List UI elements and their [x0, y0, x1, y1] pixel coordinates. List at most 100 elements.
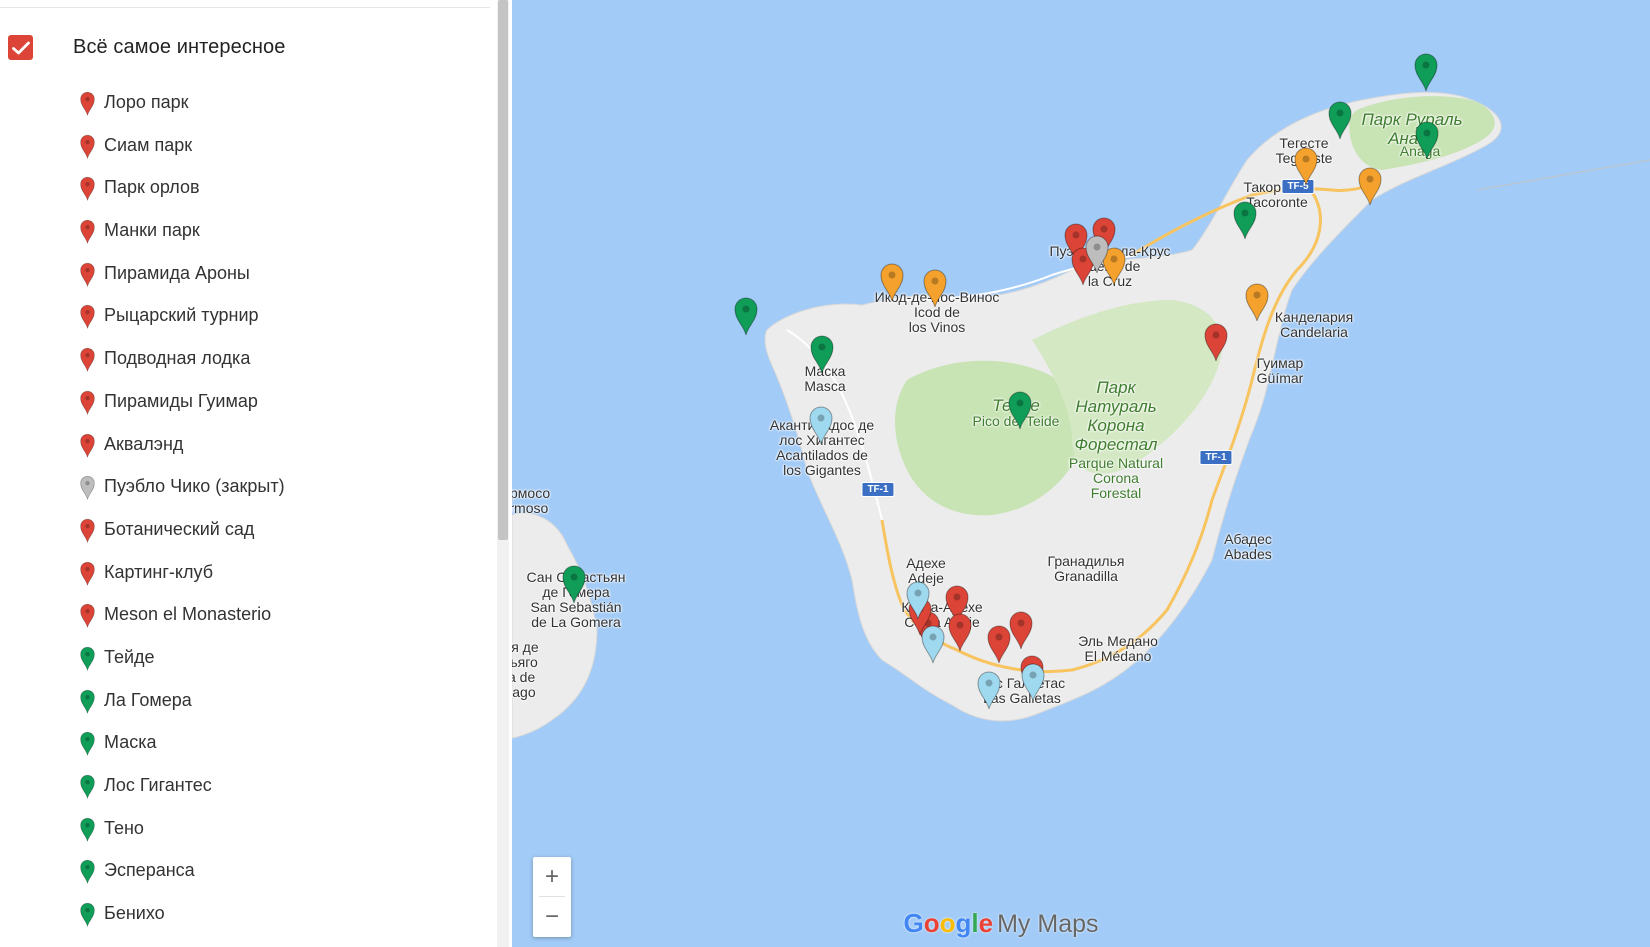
- place-list-item[interactable]: Пуэбло Чико (закрыт): [0, 470, 490, 513]
- place-label: Парк орлов: [104, 177, 200, 198]
- map-marker[interactable]: [1327, 100, 1353, 140]
- place-list-item[interactable]: Ботанический сад: [0, 513, 490, 556]
- place-list-item[interactable]: Тейде: [0, 641, 490, 684]
- marker-pin-icon: [1414, 53, 1438, 92]
- place-list-item[interactable]: Лос Гигантес: [0, 769, 490, 812]
- map-marker[interactable]: [1203, 322, 1229, 362]
- checkmark-icon: [11, 41, 30, 54]
- pin-shape-icon: [80, 646, 95, 671]
- layer-title: Всё самое интересное: [73, 36, 286, 58]
- map-marker[interactable]: [1084, 234, 1110, 274]
- place-list-item[interactable]: Манки парк: [0, 214, 490, 257]
- place-label: Рыцарский турнир: [104, 305, 259, 326]
- pin-shape-icon: [80, 262, 95, 287]
- place-list: Лоро парк Сиам парк Парк орлов Манки парк Пи…: [0, 86, 490, 940]
- google-letter: e: [978, 908, 994, 938]
- pin-shape-icon: [80, 860, 95, 884]
- map-marker[interactable]: [905, 580, 931, 620]
- map-pin-icon: [79, 646, 96, 671]
- marker-pin-icon: [977, 671, 1001, 710]
- google-letter: g: [955, 908, 972, 938]
- map-marker[interactable]: [1007, 390, 1033, 430]
- place-label: Пирамиды Гуимар: [104, 390, 258, 411]
- place-list-item[interactable]: Эсперанса: [0, 854, 490, 897]
- marker-pin-icon: [734, 297, 758, 336]
- place-list-item[interactable]: Meson el Monasterio: [0, 598, 490, 641]
- map-marker[interactable]: [920, 624, 946, 664]
- map-pin-icon: [79, 603, 96, 628]
- place-label: Лоро парк: [104, 92, 189, 112]
- map-pin-icon: [79, 433, 96, 458]
- place-list-item[interactable]: Картинг-клуб: [0, 556, 490, 599]
- place-label: Пирамида Ароны: [104, 262, 250, 283]
- pin-shape-icon: [80, 732, 95, 756]
- zoom-out-button[interactable]: −: [533, 897, 571, 936]
- place-list-item[interactable]: Пирамиды Гуимар: [0, 385, 490, 428]
- map-pin-icon: [79, 219, 96, 244]
- map-marker[interactable]: [809, 334, 835, 374]
- place-label: Ла Гомера: [104, 689, 192, 710]
- map-pin-icon: [79, 134, 96, 159]
- map-pin-icon: [79, 347, 96, 372]
- map-place-label: Гранадилья Granadilla: [1047, 553, 1125, 584]
- map-marker[interactable]: [879, 262, 905, 302]
- place-list-item[interactable]: Рыцарский турнир: [0, 299, 490, 342]
- place-list-item[interactable]: Бенихо: [0, 897, 490, 940]
- map-place-label: Канделария Candelaria: [1274, 309, 1354, 340]
- map-marker[interactable]: [1020, 662, 1046, 702]
- map-place-label: Гуимар Güímar: [1256, 355, 1304, 386]
- sidebar-scrollbar[interactable]: [497, 0, 509, 947]
- place-list-item[interactable]: Лоро парк: [0, 86, 490, 129]
- pin-shape-icon: [80, 604, 95, 628]
- map-marker[interactable]: [1008, 610, 1034, 650]
- pin-shape-icon: [80, 817, 95, 842]
- map-view[interactable]: Парк Рураль АнагаAnagaТегесте TeguesteТа…: [512, 0, 1650, 947]
- map-marker[interactable]: [733, 296, 759, 336]
- place-label: Манки парк: [104, 220, 200, 241]
- place-list-item[interactable]: Пирамида Ароны: [0, 257, 490, 300]
- map-marker[interactable]: [922, 268, 948, 308]
- map-marker[interactable]: [976, 670, 1002, 710]
- zoom-in-button[interactable]: +: [533, 857, 571, 896]
- place-label: Тейде: [104, 646, 155, 667]
- place-list-item[interactable]: Парк орлов: [0, 171, 490, 214]
- map-marker[interactable]: [1357, 166, 1383, 206]
- sidebar-divider: [0, 7, 490, 8]
- map-marker[interactable]: [1414, 120, 1440, 160]
- map-marker[interactable]: [1293, 146, 1319, 186]
- map-pin-icon: [79, 304, 96, 329]
- google-letter: G: [903, 908, 924, 938]
- marker-pin-icon: [1009, 611, 1033, 650]
- place-list-item[interactable]: Сиам парк: [0, 129, 490, 172]
- marker-pin-icon: [562, 565, 586, 604]
- pin-shape-icon: [80, 903, 95, 927]
- scrollbar-thumb[interactable]: [498, 0, 508, 540]
- map-pin-icon: [79, 561, 96, 586]
- map-marker[interactable]: [808, 405, 834, 445]
- google-letter: o: [923, 908, 940, 938]
- place-list-item[interactable]: Аквалэнд: [0, 428, 490, 471]
- place-list-item[interactable]: Ла Гомера: [0, 684, 490, 727]
- place-list-item[interactable]: Маска: [0, 726, 490, 769]
- map-marker[interactable]: [1413, 52, 1439, 92]
- pin-shape-icon: [80, 220, 95, 244]
- map-marker[interactable]: [561, 564, 587, 604]
- marker-pin-icon: [1415, 121, 1439, 160]
- map-pin-icon: [79, 902, 96, 927]
- map-marker[interactable]: [947, 612, 973, 652]
- google-wordmark: Google: [903, 908, 993, 939]
- map-pin-icon: [79, 91, 96, 116]
- gran-canaria-line: [1476, 159, 1650, 191]
- map-pin-icon: [79, 475, 96, 500]
- map-marker[interactable]: [1232, 200, 1258, 240]
- google-letter: o: [939, 908, 956, 938]
- pin-shape-icon: [80, 91, 95, 116]
- marker-pin-icon: [1328, 101, 1352, 140]
- place-list-item[interactable]: Тено: [0, 812, 490, 855]
- map-place-label: Плайя де Сантьяго Playa de Santiago: [512, 639, 539, 700]
- pin-shape-icon: [80, 348, 95, 372]
- marker-pin-icon: [948, 613, 972, 652]
- place-list-item[interactable]: Подводная лодка: [0, 342, 490, 385]
- map-marker[interactable]: [1244, 282, 1270, 322]
- layer-visibility-checkbox[interactable]: [8, 35, 33, 60]
